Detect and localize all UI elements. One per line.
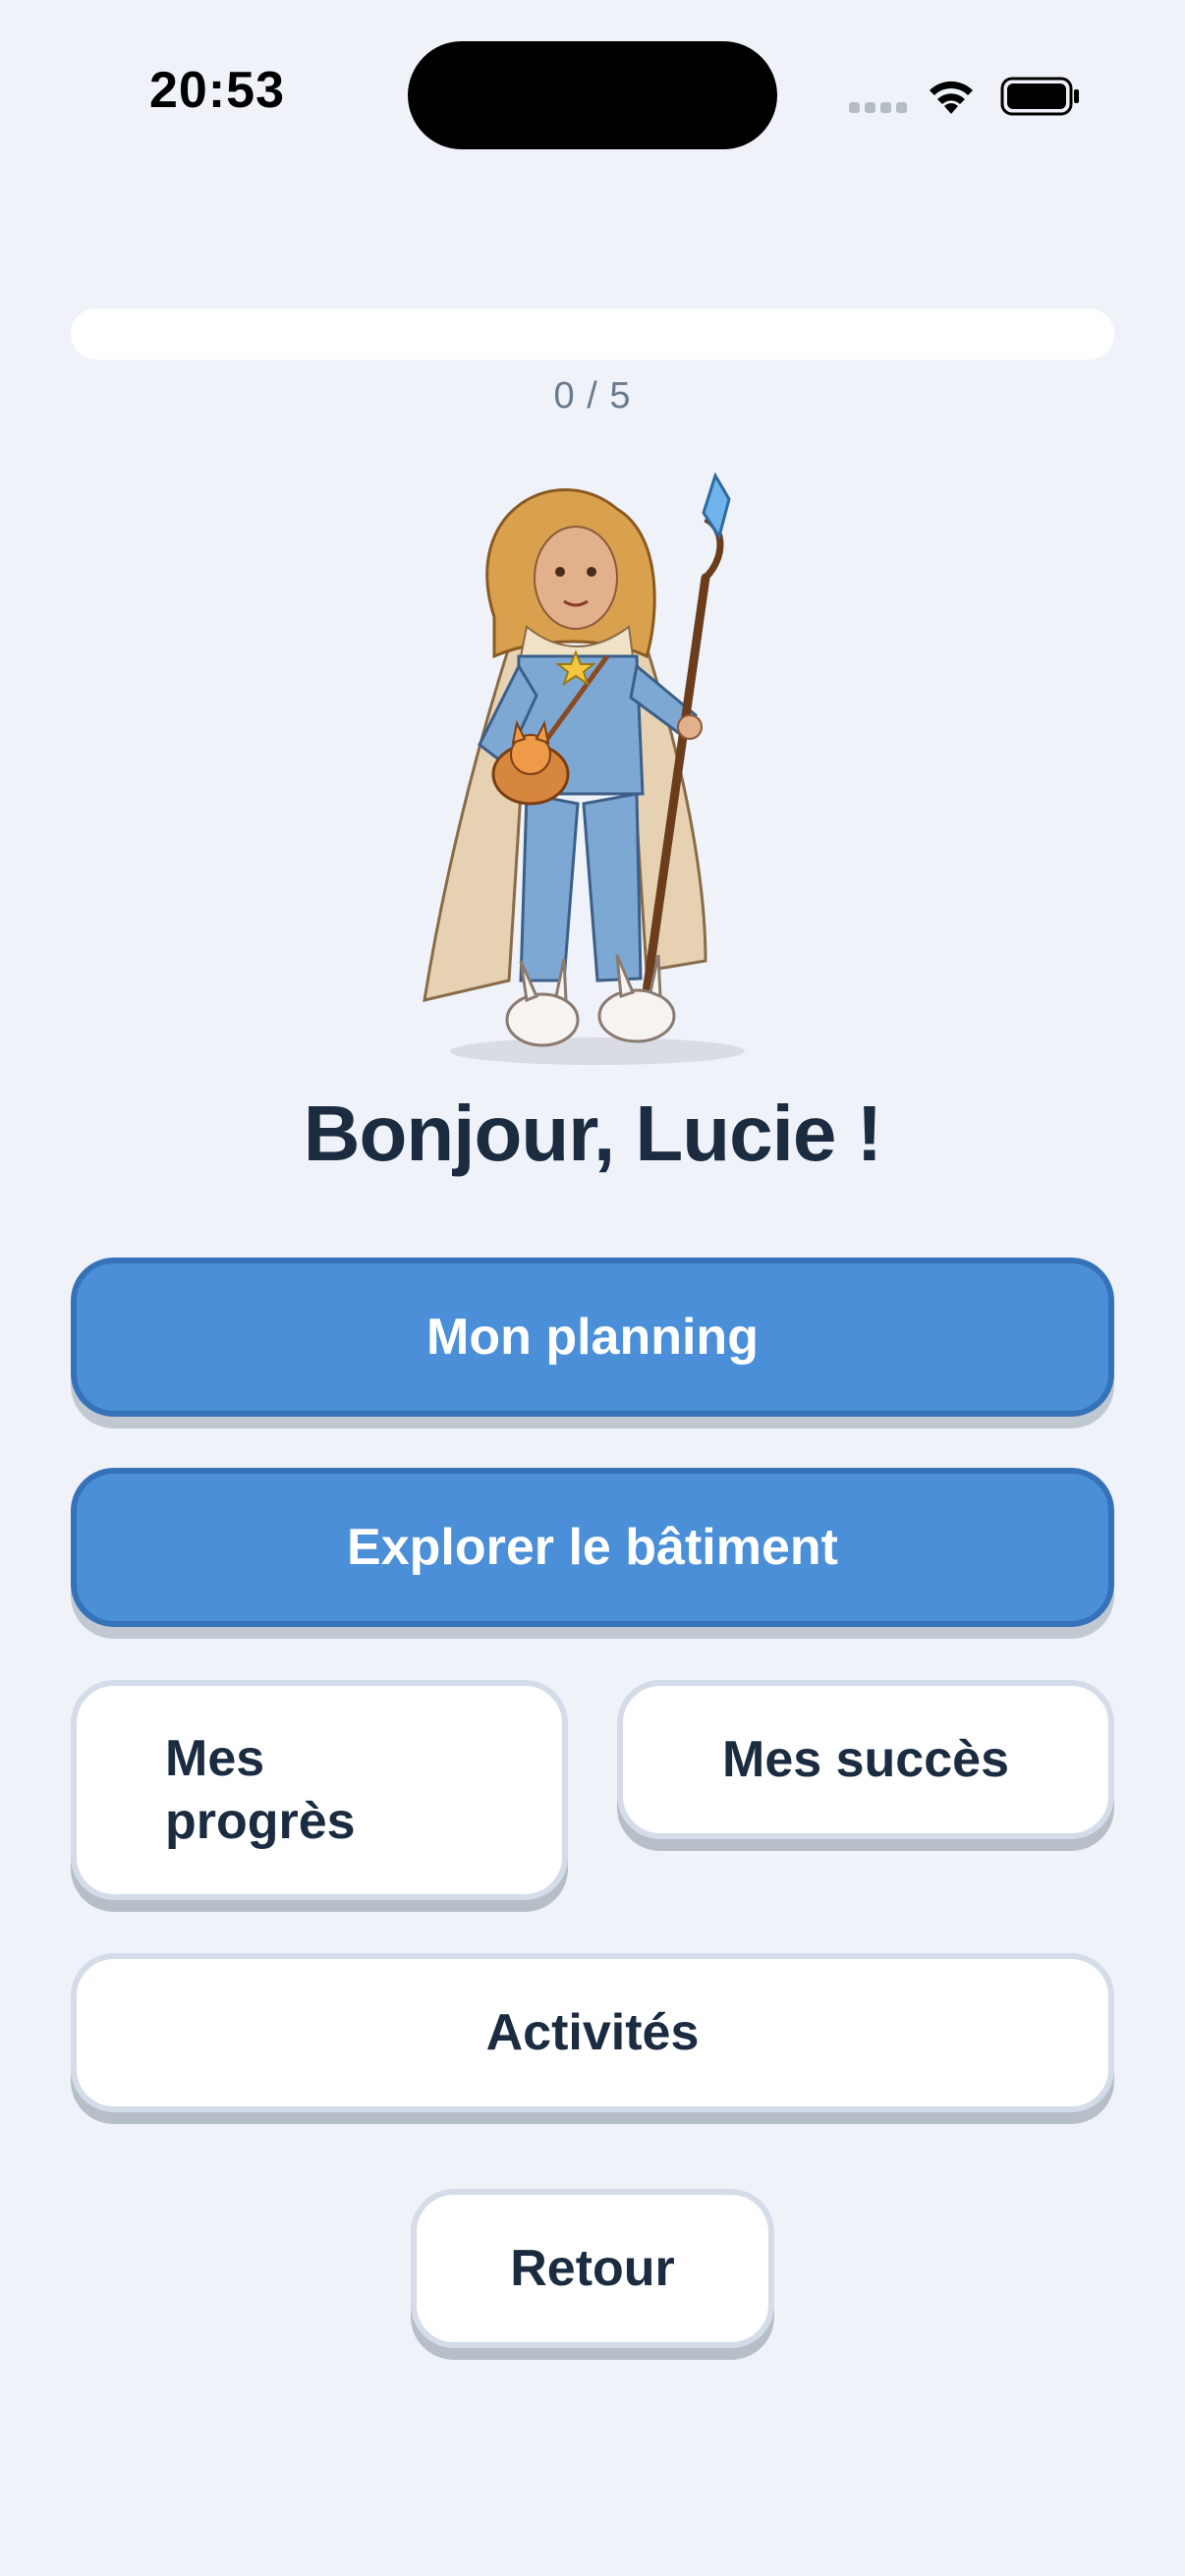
cellular-signal-icon	[849, 102, 908, 114]
my-progress-label: Mes progrès	[165, 1730, 356, 1850]
my-planning-button[interactable]: Mon planning	[71, 1258, 1114, 1417]
wifi-icon	[930, 81, 973, 114]
my-progress-button[interactable]: Mes progrès	[71, 1680, 568, 1900]
status-time: 20:53	[149, 62, 285, 119]
explore-building-button[interactable]: Explorer le bâtiment	[71, 1468, 1114, 1627]
progress-label: 0 / 5	[553, 375, 632, 417]
battery-icon	[1000, 77, 1079, 116]
activities-button[interactable]: Activités	[71, 1953, 1114, 2112]
back-button[interactable]: Retour	[411, 2189, 774, 2348]
progress-bar	[71, 308, 1114, 360]
greeting-title: Bonjour, Lucie !	[303, 1090, 882, 1177]
wizard-mascot-illustration	[423, 472, 745, 1065]
status-bar: 20:53	[0, 0, 1185, 187]
dynamic-island	[408, 41, 777, 149]
my-achievements-button[interactable]: Mes succès	[617, 1680, 1114, 1839]
